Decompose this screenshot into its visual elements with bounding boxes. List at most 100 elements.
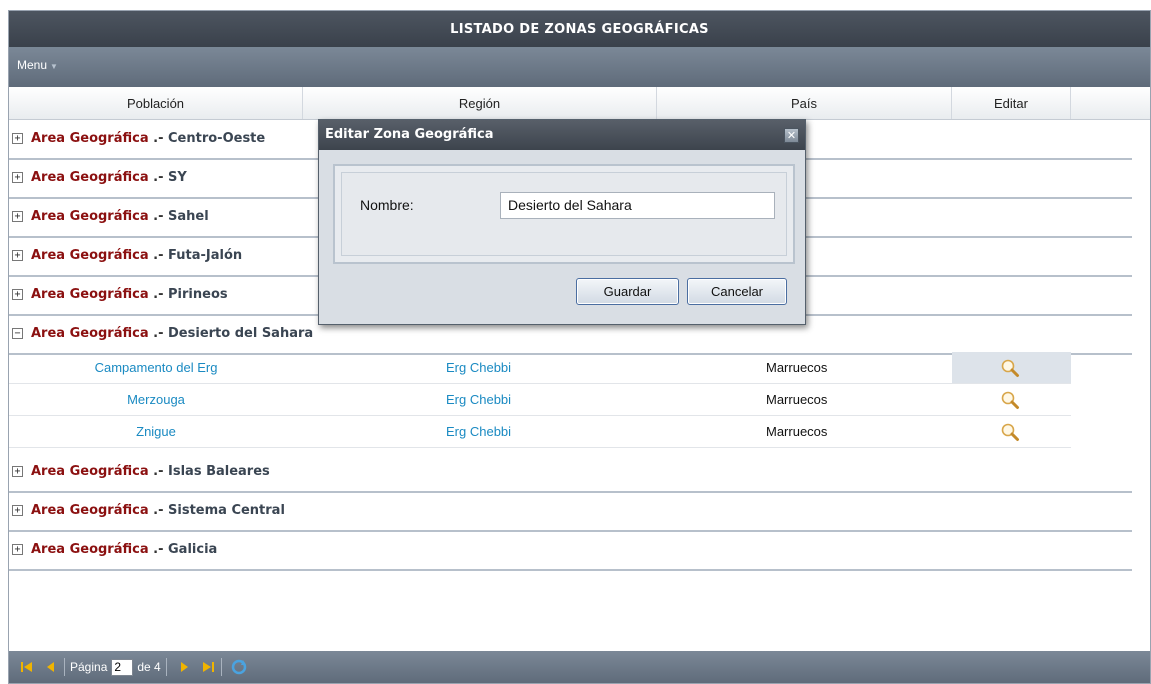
region-cell[interactable]: Erg Chebbi: [446, 360, 511, 375]
region-cell[interactable]: Erg Chebbi: [446, 424, 511, 439]
group-separator: .-: [153, 209, 164, 224]
group-title: Area Geográfica .- Sahel: [31, 209, 209, 224]
group-label: Area Geográfica: [31, 464, 149, 479]
group-title: Area Geográfica .- Galicia: [31, 542, 217, 557]
group-name: Pirineos: [168, 287, 228, 302]
edit-cell[interactable]: [952, 384, 1071, 415]
pais-cell: Marruecos: [766, 392, 828, 407]
group-separator: .-: [153, 287, 164, 302]
group-separator: .-: [153, 503, 164, 518]
menu-button-label: Menu: [17, 58, 48, 72]
expand-icon[interactable]: +: [12, 544, 23, 555]
group-title: Area Geográfica .- Futa-Jalón: [31, 248, 242, 263]
group-label: Area Geográfica: [31, 131, 149, 146]
group-separator: .-: [153, 542, 164, 557]
cancel-button[interactable]: Cancelar: [687, 278, 787, 305]
magnifier-icon[interactable]: [1000, 422, 1020, 442]
prev-page-button[interactable]: [43, 659, 59, 675]
expand-icon[interactable]: +: [12, 133, 23, 144]
column-header-poblacion[interactable]: Población: [9, 87, 303, 119]
page-label: Página: [70, 660, 108, 674]
close-icon[interactable]: ✕: [784, 128, 799, 143]
next-page-icon: [180, 662, 188, 672]
toolbar-separator: [64, 658, 65, 676]
table-row[interactable]: Znigue Erg Chebbi Marruecos: [9, 416, 1071, 448]
panel-title: LISTADO DE ZONAS GEOGRÁFICAS: [9, 11, 1150, 47]
dialog-fieldset: Nombre: Desierto del Sahara: [341, 172, 787, 256]
toolbar-separator: [165, 658, 167, 676]
group-title: Area Geográfica .- Desierto del Sahara: [31, 326, 313, 341]
expand-icon[interactable]: +: [12, 466, 23, 477]
table-row[interactable]: Campamento del Erg Erg Chebbi Marruecos: [9, 352, 1071, 384]
first-page-button[interactable]: [19, 659, 35, 675]
nombre-label: Nombre:: [360, 197, 414, 213]
group-name: Futa-Jalón: [168, 248, 243, 263]
group-label: Area Geográfica: [31, 209, 149, 224]
edit-cell[interactable]: [952, 352, 1071, 383]
column-header-filler: [1071, 87, 1150, 119]
group-separator: .-: [153, 464, 164, 479]
expand-icon[interactable]: +: [12, 172, 23, 183]
group-title: Area Geográfica .- Centro-Oeste: [31, 131, 265, 146]
edit-cell[interactable]: [952, 416, 1071, 447]
dialog-form-panel: Nombre: Desierto del Sahara: [333, 164, 795, 264]
group-name: SY: [168, 170, 187, 185]
page-count-label: de 4: [137, 660, 161, 674]
group-label: Area Geográfica: [31, 248, 149, 263]
table-row[interactable]: Merzouga Erg Chebbi Marruecos: [9, 384, 1071, 416]
group-header[interactable]: + Area Geográfica .- Galicia: [9, 532, 1132, 571]
poblacion-cell[interactable]: Znigue: [9, 424, 303, 439]
last-page-icon: [202, 662, 214, 672]
prev-page-icon: [47, 662, 54, 672]
group-name: Sistema Central: [168, 503, 285, 518]
group-name: Galicia: [168, 542, 218, 557]
page-number-input[interactable]: 2: [111, 658, 134, 676]
expand-icon[interactable]: +: [12, 289, 23, 300]
group-separator: .-: [153, 326, 164, 341]
nombre-field[interactable]: Desierto del Sahara: [500, 192, 775, 219]
region-cell[interactable]: Erg Chebbi: [446, 392, 511, 407]
column-header-region[interactable]: Región: [303, 87, 657, 119]
group-name: Sahel: [168, 209, 209, 224]
magnifier-icon[interactable]: [1000, 358, 1020, 378]
refresh-button[interactable]: [231, 659, 247, 675]
group-title: Area Geográfica .- Sistema Central: [31, 503, 285, 518]
group-title: Area Geográfica .- Islas Baleares: [31, 464, 270, 479]
group-label: Area Geográfica: [31, 542, 149, 557]
group-header[interactable]: + Area Geográfica .- Sistema Central: [9, 493, 1132, 532]
pais-cell: Marruecos: [766, 424, 828, 439]
magnifier-icon[interactable]: [1000, 390, 1020, 410]
expand-icon[interactable]: +: [12, 211, 23, 222]
grid-panel: LISTADO DE ZONAS GEOGRÁFICAS Menu ▼ Pobla…: [8, 10, 1151, 684]
column-header-editar[interactable]: Editar: [952, 87, 1071, 119]
first-page-icon: [21, 662, 32, 672]
group-separator: .-: [153, 170, 164, 185]
expand-icon[interactable]: +: [12, 250, 23, 261]
poblacion-cell[interactable]: Merzouga: [9, 392, 303, 407]
group-name: Desierto del Sahara: [168, 326, 314, 341]
group-name: Centro-Oeste: [168, 131, 266, 146]
expand-icon[interactable]: +: [12, 505, 23, 516]
edit-zone-dialog: Editar Zona Geográfica ✕ Nombre: Desiert…: [318, 119, 806, 325]
save-button[interactable]: Guardar: [576, 278, 679, 305]
group-label: Area Geográfica: [31, 170, 149, 185]
poblacion-cell[interactable]: Campamento del Erg: [9, 360, 303, 375]
next-page-button[interactable]: [176, 659, 192, 675]
group-header[interactable]: + Area Geográfica .- Islas Baleares: [9, 454, 1132, 493]
group-label: Area Geográfica: [31, 326, 149, 341]
group-label: Area Geográfica: [31, 287, 149, 302]
last-page-button[interactable]: [200, 659, 216, 675]
toolbar-separator: [220, 658, 222, 676]
group-title: Area Geográfica .- SY: [31, 170, 187, 185]
pais-cell: Marruecos: [766, 360, 828, 375]
group-title: Area Geográfica .- Pirineos: [31, 287, 228, 302]
paging-toolbar: Página 2 de 4: [9, 651, 1150, 683]
menu-button[interactable]: Menu ▼: [17, 58, 58, 72]
refresh-icon: [231, 659, 246, 675]
menu-bar: Menu ▼: [9, 47, 1150, 87]
collapse-icon[interactable]: −: [12, 328, 23, 339]
group-label: Area Geográfica: [31, 503, 149, 518]
column-header-pais[interactable]: País: [657, 87, 952, 119]
group-name: Islas Baleares: [168, 464, 270, 479]
chevron-down-icon: ▼: [50, 62, 58, 71]
